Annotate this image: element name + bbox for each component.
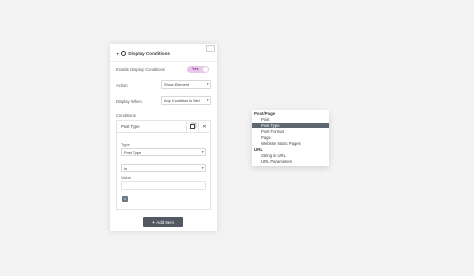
enable-conditions-toggle[interactable]: Yes [187,66,209,73]
toggle-knob [203,67,208,72]
condition-type-dropdown: Post/Page Post Post Type Post Format Pag… [252,110,329,166]
display-conditions-panel: ▼ Display Conditions Enable Display Cond… [110,44,217,231]
chevron-down-icon: ▾ [206,97,209,102]
copy-icon [190,123,195,130]
action-label: Action [116,83,128,88]
chevron-down-icon: ▾ [201,165,204,170]
header-divider [110,61,217,62]
conditions-icon [121,51,127,56]
chevron-down-icon: ▾ [206,81,209,86]
option-website-static-pages[interactable]: Website Static Pages [261,141,301,146]
close-icon: ✕ [202,123,207,130]
type-label: Type [121,142,130,147]
option-page[interactable]: Page [261,135,271,140]
chevron-down-icon: ▾ [201,149,204,154]
condition-item: Post Type ✕ Type Post Type ▾ Is ▾ Value [116,120,211,210]
plus-icon: + [152,219,155,225]
caret-down-icon: ▼ [116,51,120,56]
enable-conditions-label: Enable Display Conditions [116,67,165,72]
panel-expand-icon[interactable] [206,45,215,52]
tag-close-icon: × [123,197,127,201]
option-url-parameters[interactable]: URL Parameters [261,159,292,164]
optgroup-url: URL [254,147,264,152]
panel-title: Display Conditions [128,51,170,56]
add-item-button[interactable]: + Add Item [143,217,183,227]
option-post[interactable]: Post [261,117,269,122]
toggle-value: Yes [192,67,199,72]
option-string-in-url[interactable]: String in URL [261,153,286,158]
option-post-format[interactable]: Post Format [261,129,284,134]
duplicate-condition-button[interactable] [186,121,198,132]
conditions-label: Conditions [116,112,136,118]
panel-header[interactable]: ▼ Display Conditions [116,51,170,56]
action-select[interactable]: Show Element ▾ [161,79,211,89]
display-when-value: Any Condition is Met [164,98,200,103]
display-when-label: Display When [116,99,142,104]
condition-operator-value: Is [124,166,128,171]
condition-operator-select[interactable]: Is ▾ [121,164,206,172]
remove-condition-button[interactable]: ✕ [198,121,210,132]
value-label: Value [121,174,131,180]
value-tag-remove[interactable]: × [122,196,128,202]
display-when-select[interactable]: Any Condition is Met ▾ [161,95,211,105]
condition-type-select[interactable]: Post Type ▾ [121,148,206,156]
option-post-type[interactable]: Post Type [261,123,280,128]
condition-item-title: Post Type [121,124,140,130]
add-item-label: Add Item [156,219,174,225]
condition-item-header[interactable]: Post Type ✕ [117,121,210,133]
optgroup-post-page: Post/Page [254,111,276,116]
condition-value-field[interactable] [121,181,206,190]
condition-type-value: Post Type [124,150,142,155]
action-value: Show Element [164,82,190,87]
